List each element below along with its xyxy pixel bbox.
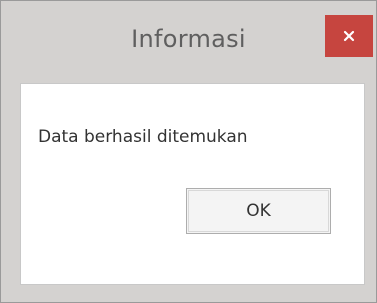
ok-button[interactable]: OK (186, 188, 331, 234)
message-dialog-window: Informasi Data berhasil ditemukan OK (0, 0, 377, 303)
dialog-message: Data berhasil ditemukan (38, 127, 248, 147)
title-bar[interactable]: Informasi (1, 1, 376, 83)
dialog-content: Data berhasil ditemukan OK (20, 83, 365, 285)
close-button[interactable] (325, 15, 373, 57)
close-icon (325, 15, 373, 57)
dialog-title: Informasi (131, 25, 246, 53)
